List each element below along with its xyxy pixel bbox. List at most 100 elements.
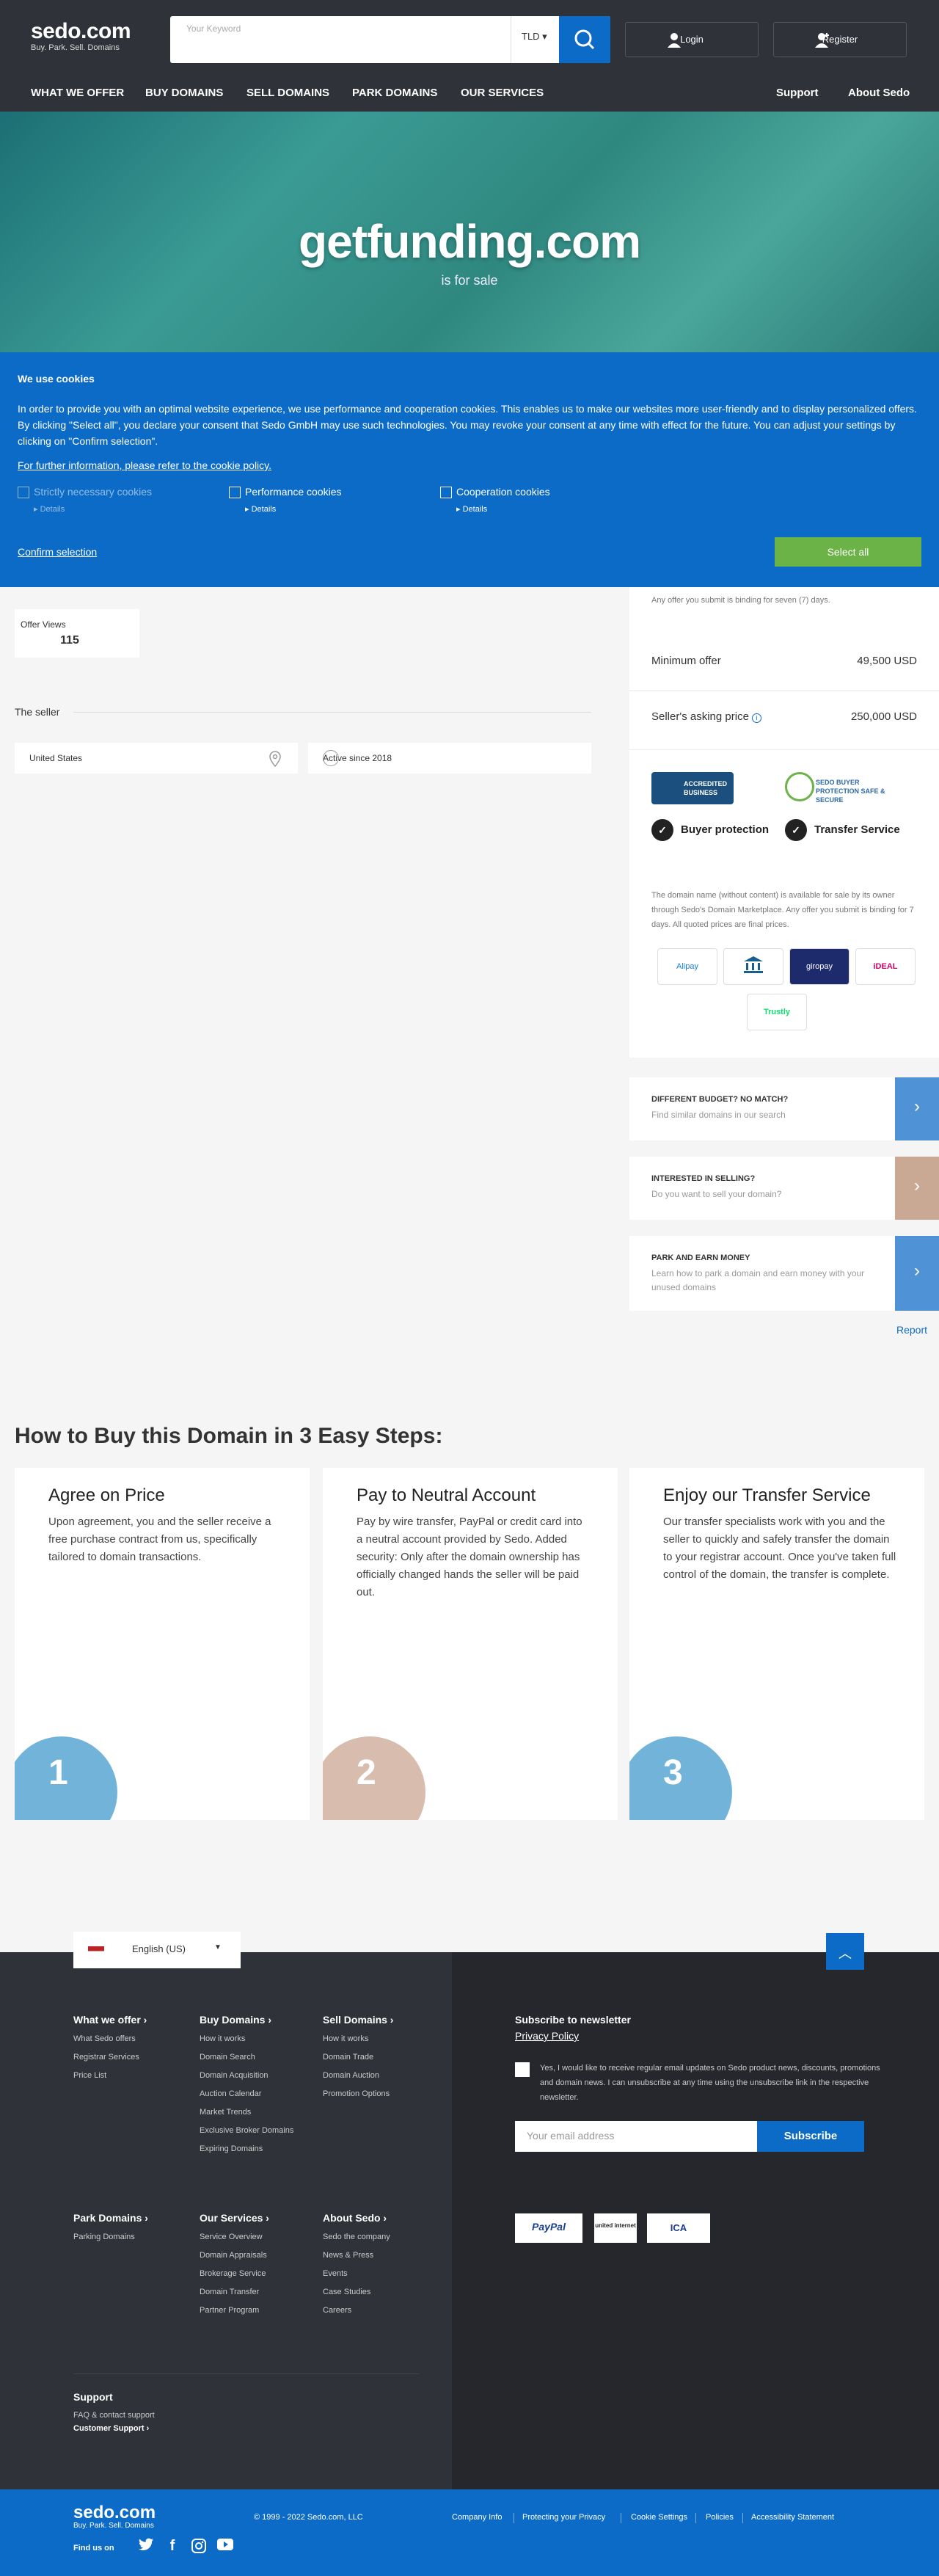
footer-link[interactable]: Domain Appraisals xyxy=(200,2246,269,2265)
search-button[interactable] xyxy=(559,16,610,63)
clock-icon xyxy=(323,750,339,766)
footer-link[interactable]: Domain Acquisition xyxy=(200,2067,293,2085)
cookie-option-cooperation[interactable]: Cooperation cookies ▸ Details xyxy=(440,486,550,514)
footer-link[interactable]: Domain Search xyxy=(200,2048,293,2067)
cookie-option-performance[interactable]: Performance cookies ▸ Details xyxy=(229,486,342,514)
report-link[interactable]: Report xyxy=(896,1324,927,1336)
tld-select[interactable]: TLD ▾ xyxy=(511,16,559,63)
confirm-selection-link[interactable]: Confirm selection xyxy=(18,546,97,558)
asking-price-value: 250,000 USD xyxy=(850,710,917,723)
customer-support-link[interactable]: Customer Support › xyxy=(73,2422,155,2435)
footer-col-sell-domains: Sell Domains › How it works Domain Trade… xyxy=(323,2014,393,2103)
details-toggle[interactable]: ▸ Details xyxy=(34,504,152,514)
chevron-right-icon[interactable]: › xyxy=(895,1157,939,1220)
footer-link[interactable]: How it works xyxy=(200,2030,293,2048)
footer-link[interactable]: Domain Auction xyxy=(323,2067,393,2085)
register-button[interactable]: Register xyxy=(773,22,907,57)
footer-link[interactable]: Promotion Options xyxy=(323,2085,393,2103)
footer-col-about-sedo: About Sedo › Sedo the company News & Pre… xyxy=(323,2212,390,2320)
user-icon xyxy=(668,33,681,48)
footer-link[interactable]: News & Press xyxy=(323,2246,390,2265)
cookie-policy-link[interactable]: For further information, please refer to… xyxy=(18,459,271,471)
footer-link[interactable]: Sedo the company xyxy=(323,2228,390,2246)
footer-link[interactable]: Auction Calendar xyxy=(200,2085,293,2103)
nav-our-services[interactable]: OUR SERVICES xyxy=(461,87,544,99)
bbb-badge[interactable]: ACCREDITED BUSINESS xyxy=(651,772,734,804)
footer-col-title[interactable]: Buy Domains › xyxy=(200,2014,293,2026)
nav-buy-domains[interactable]: BUY DOMAINS xyxy=(145,87,223,99)
seller-heading: The seller xyxy=(15,706,60,718)
united-internet-badge: united internet xyxy=(594,2213,637,2243)
footer-link[interactable]: Exclusive Broker Domains xyxy=(200,2122,293,2140)
faq-link[interactable]: FAQ & contact support xyxy=(73,2409,155,2422)
step-title: Pay to Neutral Account xyxy=(357,1485,536,1505)
footer-link[interactable]: Case Studies xyxy=(323,2283,390,2302)
footer-link[interactable]: What Sedo offers xyxy=(73,2030,147,2048)
instagram-icon[interactable] xyxy=(189,2538,208,2557)
twitter-icon[interactable] xyxy=(136,2538,156,2557)
link-policies[interactable]: Policies xyxy=(706,2513,734,2522)
chevron-right-icon[interactable]: › xyxy=(895,1077,939,1140)
location-pin-icon xyxy=(269,751,281,768)
bottom-logo[interactable]: sedo.com Buy. Park. Sell. Domains xyxy=(73,2504,156,2530)
bottom-logo-text: sedo.com xyxy=(73,2503,156,2522)
footer-link[interactable]: Domain Trade xyxy=(323,2048,393,2067)
footer-col-title[interactable]: Park Domains › xyxy=(73,2212,148,2224)
link-privacy[interactable]: Protecting your Privacy xyxy=(522,2513,605,2522)
promo-park-domain[interactable]: PARK AND EARN MONEY Learn how to park a … xyxy=(629,1236,939,1311)
login-button[interactable]: Login xyxy=(625,22,759,57)
promo-similar-domains[interactable]: DIFFERENT BUDGET? NO MATCH? Find similar… xyxy=(629,1077,939,1140)
email-input[interactable]: Your email address xyxy=(515,2121,757,2152)
paypal-badge: PayPal xyxy=(515,2213,582,2243)
footer-col-buy-domains: Buy Domains › How it works Domain Search… xyxy=(200,2014,293,2158)
nav-what-we-offer[interactable]: WHAT WE OFFER xyxy=(31,87,124,99)
footer-col-title[interactable]: Sell Domains › xyxy=(323,2014,393,2026)
checkbox-icon[interactable] xyxy=(229,487,241,499)
chevron-right-icon[interactable]: › xyxy=(895,1236,939,1311)
select-all-button[interactable]: Select all xyxy=(775,537,921,567)
footer-link[interactable]: Brokerage Service xyxy=(200,2265,269,2283)
bbb-text: ACCREDITED BUSINESS xyxy=(684,780,728,796)
step-title: Agree on Price xyxy=(48,1485,165,1505)
footer-link[interactable]: Expiring Domains xyxy=(200,2140,293,2158)
youtube-icon[interactable] xyxy=(216,2538,235,2557)
link-accessibility[interactable]: Accessibility Statement xyxy=(751,2513,834,2522)
footer-col-title[interactable]: Our Services › xyxy=(200,2212,269,2224)
footer-link[interactable]: Market Trends xyxy=(200,2103,293,2122)
footer-col-title[interactable]: What we offer › xyxy=(73,2014,147,2026)
footer-link[interactable]: Partner Program xyxy=(200,2302,269,2320)
footer-col-title[interactable]: About Sedo › xyxy=(323,2212,390,2224)
nav-sell-domains[interactable]: SELL DOMAINS xyxy=(246,87,329,99)
scroll-to-top-button[interactable]: ︿ xyxy=(826,1933,864,1970)
info-icon[interactable]: i xyxy=(752,713,762,723)
customer-support-label: Customer Support xyxy=(73,2424,145,2433)
sedo-logo[interactable]: sedo.com Buy. Park. Sell. Domains xyxy=(31,21,131,53)
footer-link[interactable]: Price List xyxy=(73,2067,147,2085)
footer-link[interactable]: Registrar Services xyxy=(73,2048,147,2067)
promo-sell-domain[interactable]: INTERESTED IN SELLING? Do you want to se… xyxy=(629,1157,939,1220)
footer-link[interactable]: Domain Transfer xyxy=(200,2283,269,2302)
checkbox-icon[interactable] xyxy=(440,487,452,499)
nav-park-domains[interactable]: PARK DOMAINS xyxy=(352,87,437,99)
facebook-icon[interactable]: f xyxy=(163,2538,182,2557)
subscribe-button[interactable]: Subscribe xyxy=(757,2121,864,2152)
shield-check-icon xyxy=(785,772,814,801)
footer-link[interactable]: How it works xyxy=(323,2030,393,2048)
privacy-policy-link[interactable]: Privacy Policy xyxy=(515,2030,579,2042)
link-company-info[interactable]: Company Info xyxy=(452,2513,502,2522)
details-toggle[interactable]: ▸ Details xyxy=(245,504,342,514)
footer-link[interactable]: Parking Domains xyxy=(73,2228,148,2246)
footer-link[interactable]: Service Overview xyxy=(200,2228,269,2246)
search-input[interactable]: Your Keyword xyxy=(186,23,241,34)
language-selector[interactable]: English (US) ▼ xyxy=(73,1932,241,1968)
search-icon xyxy=(574,29,595,50)
footer-link[interactable]: Careers xyxy=(323,2302,390,2320)
minimum-offer-row: Minimum offer 49,500 USD xyxy=(629,631,939,690)
nav-about-sedo[interactable]: About Sedo xyxy=(848,87,910,99)
step-card-3: Enjoy our Transfer Service Our transfer … xyxy=(629,1468,924,1820)
details-toggle[interactable]: ▸ Details xyxy=(456,504,550,514)
footer-link[interactable]: Events xyxy=(323,2265,390,2283)
newsletter-consent-checkbox[interactable] xyxy=(515,2062,530,2077)
nav-support[interactable]: Support xyxy=(776,87,819,99)
link-cookie-settings[interactable]: Cookie Settings xyxy=(631,2513,687,2522)
